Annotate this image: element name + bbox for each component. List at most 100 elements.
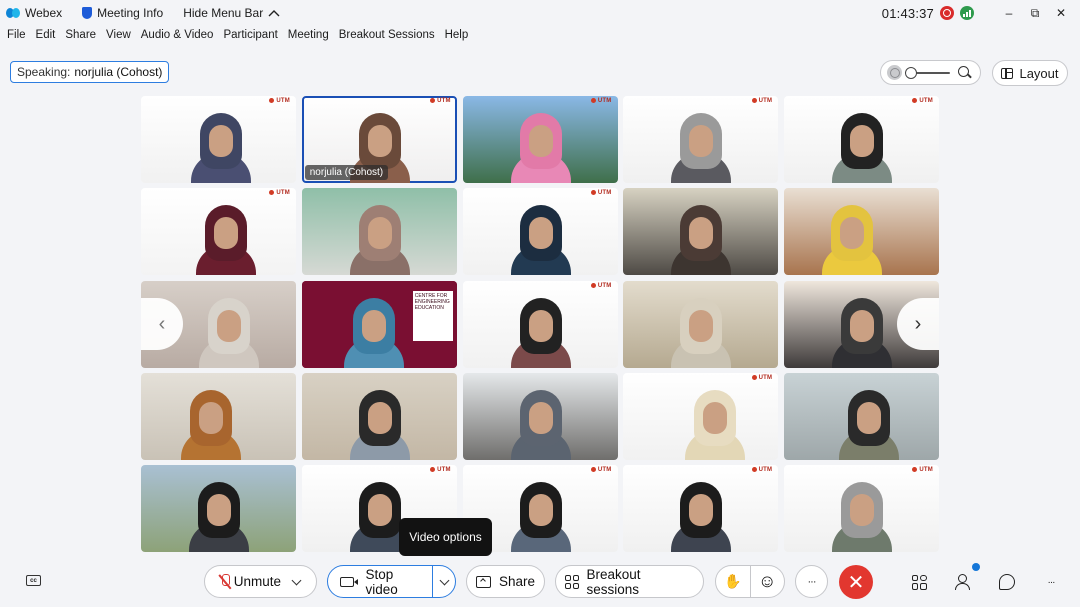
participant-video-tile[interactable]: CENTRE FOR ENGINEERING EDUCATION bbox=[301, 280, 457, 368]
hide-menu-bar-button[interactable]: Hide Menu Bar bbox=[183, 6, 280, 20]
participant-video-tile[interactable] bbox=[784, 372, 939, 460]
participant-video-tile[interactable]: UTM bbox=[623, 96, 779, 183]
participant-video bbox=[839, 386, 899, 460]
participant-video bbox=[671, 201, 732, 276]
participant-video bbox=[349, 386, 410, 460]
participant-video-tile[interactable] bbox=[141, 465, 296, 552]
participant-video-tile[interactable]: UTM bbox=[623, 372, 779, 460]
microphone-muted-icon bbox=[219, 573, 230, 590]
utm-logo: UTM bbox=[591, 190, 612, 196]
connection-stats-icon[interactable] bbox=[960, 6, 974, 20]
utm-logo: UTM bbox=[591, 467, 612, 473]
menu-edit[interactable]: Edit bbox=[36, 29, 56, 47]
share-screen-icon bbox=[476, 575, 491, 588]
participant-video-tile[interactable] bbox=[462, 372, 618, 460]
participant-video-tile[interactable]: UTM bbox=[462, 188, 618, 276]
video-grid: UTM UTM norjulia (Cohost) UTM UTM UTM UTM UTM CE… bbox=[141, 96, 939, 552]
audio-options-chevron-icon[interactable] bbox=[291, 577, 301, 587]
minimize-button[interactable]: – bbox=[996, 2, 1022, 24]
apps-button[interactable] bbox=[907, 570, 931, 594]
participant-video-tile[interactable] bbox=[301, 188, 457, 276]
participant-video-tile[interactable]: UTM norjulia (Cohost) bbox=[301, 96, 457, 183]
closed-captions-icon[interactable]: cc bbox=[26, 575, 41, 586]
title-bar: Webex Meeting Info Hide Menu Bar 01:43:3… bbox=[0, 0, 1080, 26]
share-button[interactable]: Share bbox=[466, 565, 545, 598]
zoom-in-icon[interactable] bbox=[958, 65, 972, 80]
utm-logo: UTM bbox=[269, 190, 290, 196]
participant-video-tile[interactable] bbox=[623, 280, 779, 368]
meeting-info-button[interactable]: Meeting Info bbox=[82, 6, 163, 20]
stop-video-button[interactable]: Stop video bbox=[328, 566, 432, 597]
restore-button[interactable]: ⧉ bbox=[1022, 2, 1048, 24]
close-icon: ✕ bbox=[847, 571, 865, 594]
overflow-menu-button[interactable]: ··· bbox=[1039, 570, 1063, 594]
grid-zoom-control bbox=[880, 60, 981, 85]
participant-video bbox=[510, 386, 571, 460]
active-speaker-name: norjulia (Cohost) bbox=[74, 65, 163, 79]
chat-icon bbox=[999, 574, 1015, 590]
zoom-slider-handle[interactable] bbox=[905, 66, 917, 79]
utm-logo: UTM bbox=[752, 375, 773, 381]
recording-icon[interactable] bbox=[940, 6, 954, 20]
participant-video-tile[interactable] bbox=[301, 372, 457, 460]
breakout-sessions-icon bbox=[565, 574, 579, 589]
participant-video-tile[interactable] bbox=[784, 188, 939, 276]
participant-video-tile[interactable]: UTM bbox=[141, 96, 296, 183]
video-options-button[interactable] bbox=[433, 566, 455, 597]
chat-button[interactable] bbox=[995, 570, 1019, 594]
menu-view[interactable]: View bbox=[106, 29, 131, 47]
utm-logo: UTM bbox=[591, 98, 612, 104]
participant-video-tile[interactable]: UTM bbox=[784, 465, 939, 552]
menu-meeting[interactable]: Meeting bbox=[288, 29, 329, 47]
menu-audio-video[interactable]: Audio & Video bbox=[141, 29, 214, 47]
shield-icon bbox=[82, 7, 93, 19]
video-options-chevron-icon bbox=[439, 577, 449, 587]
participant-video bbox=[832, 478, 892, 552]
menu-help[interactable]: Help bbox=[445, 29, 469, 47]
utm-logo: UTM bbox=[591, 283, 612, 289]
video-control: Stop video bbox=[327, 565, 456, 598]
participant-video-tile[interactable]: UTM bbox=[623, 465, 779, 552]
meeting-timer: 01:43:37 bbox=[881, 5, 934, 21]
participant-video-tile[interactable]: UTM bbox=[462, 280, 618, 368]
participant-name-label: norjulia (Cohost) bbox=[304, 165, 389, 180]
participants-button[interactable] bbox=[951, 570, 975, 594]
more-icon: ··· bbox=[807, 575, 817, 588]
menu-participant[interactable]: Participant bbox=[223, 29, 277, 47]
raise-hand-button[interactable]: ✋ bbox=[716, 566, 750, 597]
reactions-button[interactable]: ☺ bbox=[750, 566, 784, 597]
utm-logo: UTM bbox=[430, 98, 451, 104]
unmute-button[interactable]: Unmute bbox=[205, 566, 291, 597]
utm-logo: UTM bbox=[912, 98, 933, 104]
active-speaker-indicator: Speaking: norjulia (Cohost) bbox=[10, 61, 170, 83]
app-name: Webex bbox=[6, 6, 62, 20]
participant-video bbox=[671, 478, 732, 552]
participant-video bbox=[510, 109, 571, 183]
participant-video bbox=[199, 294, 259, 368]
more-options-button[interactable]: ··· bbox=[795, 565, 828, 598]
raise-hand-icon: ✋ bbox=[724, 573, 742, 589]
breakout-sessions-button[interactable]: Breakout sessions bbox=[555, 565, 704, 598]
participant-video-tile[interactable]: UTM bbox=[141, 188, 296, 276]
participant-video-tile[interactable] bbox=[623, 188, 779, 276]
ellipsis-icon: ··· bbox=[1047, 576, 1056, 588]
participant-video bbox=[685, 386, 746, 460]
audio-control: Unmute bbox=[204, 565, 317, 598]
menu-share[interactable]: Share bbox=[65, 29, 96, 47]
menu-breakout-sessions[interactable]: Breakout Sessions bbox=[339, 29, 435, 47]
layout-icon bbox=[1001, 67, 1014, 79]
zoom-slider[interactable] bbox=[905, 66, 950, 80]
participant-video-tile[interactable]: UTM bbox=[462, 96, 618, 183]
menu-file[interactable]: File bbox=[7, 29, 26, 47]
utm-logo: UTM bbox=[912, 467, 933, 473]
participant-video-tile[interactable]: UTM bbox=[784, 96, 939, 183]
participant-video bbox=[510, 294, 571, 368]
participant-video-tile[interactable] bbox=[141, 372, 296, 460]
leave-meeting-button[interactable]: ✕ bbox=[839, 565, 873, 599]
banner-text: CENTRE FOR ENGINEERING EDUCATION bbox=[412, 290, 453, 341]
zoom-out-icon[interactable] bbox=[887, 65, 902, 80]
close-window-button[interactable]: ✕ bbox=[1048, 2, 1074, 24]
participant-video bbox=[189, 478, 249, 552]
participant-video bbox=[196, 201, 256, 276]
layout-button[interactable]: Layout bbox=[992, 60, 1068, 86]
